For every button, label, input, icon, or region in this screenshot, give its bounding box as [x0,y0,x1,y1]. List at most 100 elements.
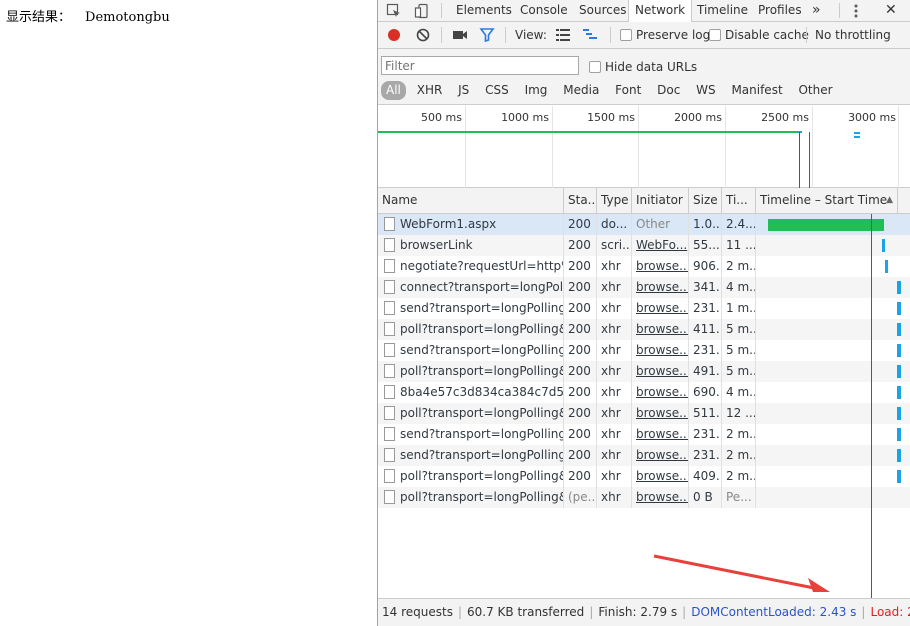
column-type[interactable]: Type [597,188,632,213]
more-tabs-icon[interactable]: » [806,0,827,22]
cell-name[interactable]: poll?transport=longPolling&... [378,403,564,424]
waterfall-bar [885,260,888,273]
network-overview[interactable]: 500 ms 1000 ms 1500 ms 2000 ms 2500 ms 3… [378,106,910,188]
overview-gridline [465,106,466,188]
cell-status: 200 [564,214,597,235]
cell-time: 5 m... [722,340,756,361]
column-name[interactable]: Name [378,188,564,213]
close-icon[interactable]: ✕ [881,0,901,22]
column-time[interactable]: Ti... [722,188,756,213]
tab-profiles[interactable]: Profiles [752,0,808,22]
cell-initiator[interactable]: browse... [632,361,689,382]
hide-data-urls-box[interactable] [589,61,601,73]
cell-size-text: 231... [693,427,721,441]
cell-name[interactable]: browserLink [378,235,564,256]
cell-name[interactable]: send?transport=longPolling... [378,340,564,361]
disable-cache-box[interactable] [709,29,721,41]
cell-name[interactable]: negotiate?requestUrl=http%... [378,256,564,277]
filter-js[interactable]: JS [453,81,474,100]
cell-size: 231... [689,424,722,445]
table-row[interactable]: send?transport=longPolling... 200 xhr brows… [378,424,910,445]
waterfall-icon[interactable] [582,28,598,44]
cell-name[interactable]: send?transport=longPolling... [378,424,564,445]
clear-icon[interactable] [416,28,430,44]
table-row[interactable]: poll?transport=longPolling&... 200 xhr brow… [378,319,910,340]
cell-name-text: 8ba4e57c3d834ca384c7d551... [400,385,564,399]
table-row[interactable]: send?transport=longPolling... 200 xhr brows… [378,445,910,466]
filter-css[interactable]: CSS [480,81,514,100]
table-row[interactable]: 8ba4e57c3d834ca384c7d551... 200 xhr browse.… [378,382,910,403]
table-row[interactable]: send?transport=longPolling... 200 xhr brows… [378,298,910,319]
tab-console[interactable]: Console [514,0,574,22]
table-row[interactable]: poll?transport=longPolling&... 200 xhr brow… [378,403,910,424]
filter-doc[interactable]: Doc [652,81,685,100]
filter-xhr[interactable]: XHR [412,81,448,100]
kebab-menu-icon[interactable] [848,3,864,19]
column-status[interactable]: Sta... [564,188,597,213]
cell-name[interactable]: poll?transport=longPolling&... [378,466,564,487]
table-row[interactable]: send?transport=longPolling... 200 xhr brows… [378,340,910,361]
cell-name[interactable]: poll?transport=longPolling&... [378,487,564,508]
large-rows-icon[interactable] [555,28,571,44]
cell-initiator[interactable]: browse... [632,466,689,487]
filter-media[interactable]: Media [558,81,604,100]
record-icon[interactable] [387,28,401,44]
preserve-log-checkbox[interactable]: Preserve log [620,27,710,43]
preserve-log-box[interactable] [620,29,632,41]
cell-initiator[interactable]: browse... [632,340,689,361]
file-icon [384,322,395,336]
cell-initiator-text: WebFo... [636,238,688,252]
table-row[interactable]: negotiate?requestUrl=http%... 200 xhr brows… [378,256,910,277]
cell-name-text: connect?transport=longPoll... [400,280,564,294]
cell-name[interactable]: poll?transport=longPolling&... [378,319,564,340]
throttling-select[interactable]: No throttling [815,27,891,43]
devtools-tabbar: Elements Console Sources Network Timelin… [378,0,910,23]
cell-size-text: 690... [693,385,721,399]
cell-name[interactable]: send?transport=longPolling... [378,298,564,319]
cell-name[interactable]: poll?transport=longPolling&... [378,361,564,382]
cell-name[interactable]: WebForm1.aspx [378,214,564,235]
filter-other[interactable]: Other [793,81,837,100]
cell-initiator[interactable]: Other [632,214,689,235]
cell-name[interactable]: connect?transport=longPoll... [378,277,564,298]
table-row[interactable]: poll?transport=longPolling&... 200 xhr brow… [378,466,910,487]
cell-initiator[interactable]: browse... [632,256,689,277]
filter-font[interactable]: Font [610,81,646,100]
cell-name[interactable]: send?transport=longPolling... [378,445,564,466]
cell-name[interactable]: 8ba4e57c3d834ca384c7d551... [378,382,564,403]
disable-cache-checkbox[interactable]: Disable cache [709,27,809,43]
cell-initiator[interactable]: browse... [632,277,689,298]
table-row[interactable]: browserLink 200 scri... WebFo... 55.... 11 ..… [378,235,910,256]
column-size[interactable]: Size [689,188,722,213]
column-timeline[interactable]: Timeline – Start Time ▲ [756,188,898,213]
filter-img[interactable]: Img [520,81,553,100]
filter-ws[interactable]: WS [691,81,720,100]
filter-manifest[interactable]: Manifest [726,81,787,100]
tab-timeline[interactable]: Timeline [691,0,754,22]
inspect-element-icon[interactable] [386,3,402,19]
filter-input[interactable] [381,56,579,75]
tab-elements[interactable]: Elements [450,0,518,22]
hide-data-urls-checkbox[interactable]: Hide data URLs [589,59,697,75]
table-row[interactable]: poll?transport=longPolling&... (pe... xhr b… [378,487,910,508]
cell-initiator[interactable]: WebFo... [632,235,689,256]
cell-size: 231... [689,445,722,466]
filter-icon[interactable] [479,27,495,43]
table-row[interactable]: poll?transport=longPolling&... 200 xhr brow… [378,361,910,382]
cell-status-text: 200 [568,280,591,294]
camera-icon[interactable] [452,28,468,44]
column-initiator[interactable]: Initiator [632,188,689,213]
table-row[interactable]: WebForm1.aspx 200 do... Other 1.0... 2.4... [378,214,910,235]
filter-all[interactable]: All [381,81,406,100]
device-mode-icon[interactable] [414,3,430,19]
cell-initiator[interactable]: browse... [632,403,689,424]
cell-initiator[interactable]: browse... [632,319,689,340]
tab-network[interactable]: Network [628,0,693,23]
cell-initiator[interactable]: browse... [632,298,689,319]
cell-initiator[interactable]: browse... [632,382,689,403]
cell-initiator[interactable]: browse... [632,424,689,445]
cell-initiator[interactable]: browse... [632,487,689,508]
cell-initiator[interactable]: browse... [632,445,689,466]
table-row[interactable]: connect?transport=longPoll... 200 xhr brows… [378,277,910,298]
tab-sources[interactable]: Sources [573,0,632,22]
